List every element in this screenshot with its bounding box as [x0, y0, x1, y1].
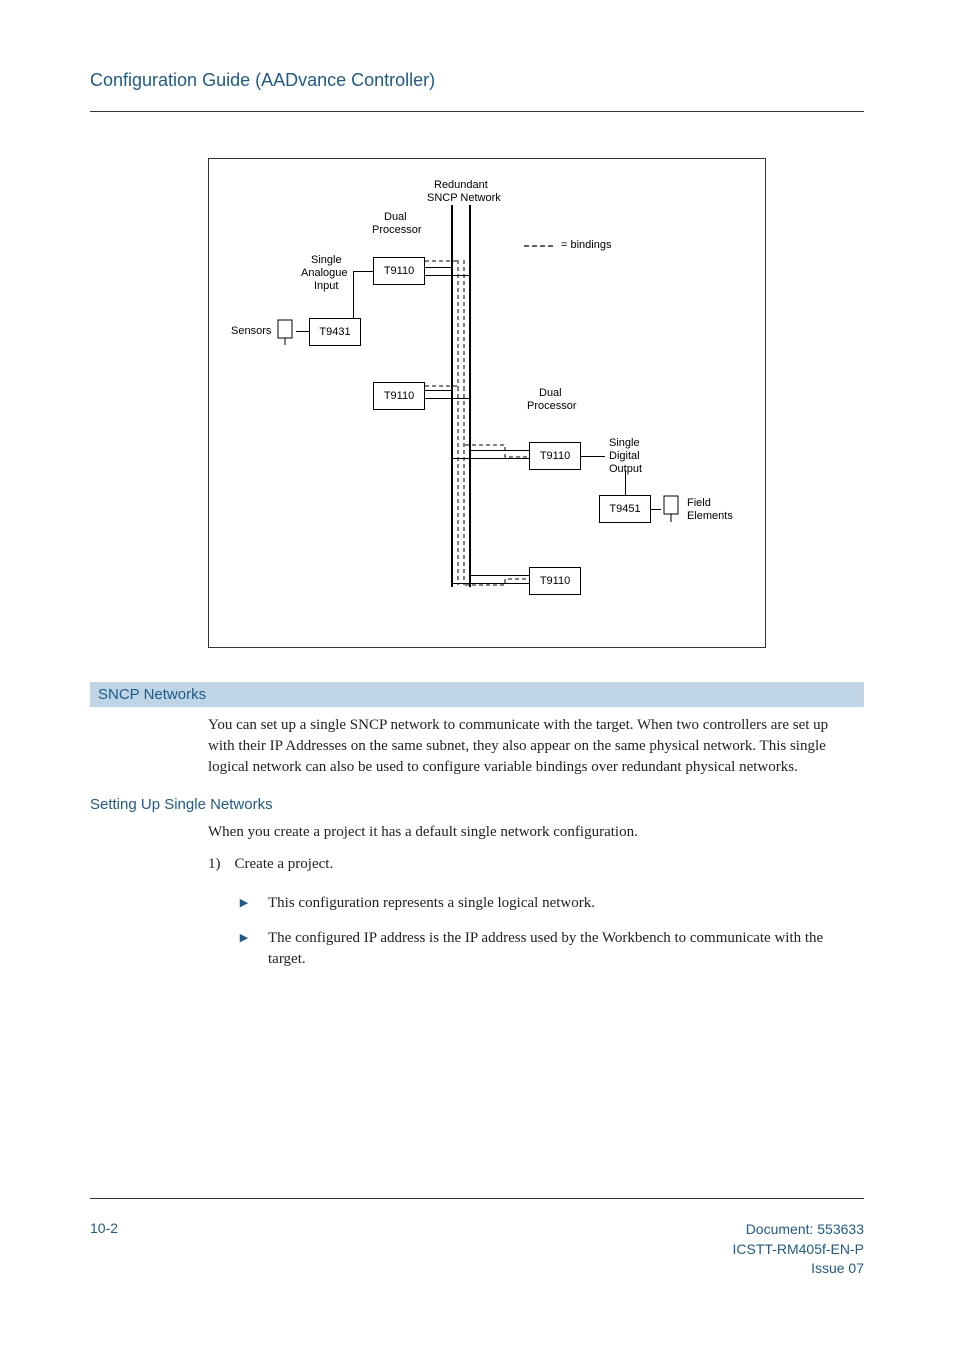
dash-lower-left	[425, 385, 457, 387]
step-number: 1)	[208, 856, 221, 873]
label-dual-2: Dual	[539, 387, 562, 399]
conn-field	[651, 509, 661, 510]
conn-upper-1	[425, 267, 451, 268]
label-digital: Digital	[609, 450, 640, 462]
section-heading: SNCP Networks	[90, 682, 864, 707]
page: Configuration Guide (AADvance Controller…	[0, 0, 954, 1349]
dash-vert-lower-a	[457, 387, 459, 585]
label-elements: Elements	[687, 510, 733, 522]
step-text: Create a project.	[235, 856, 334, 873]
dash-r-lower	[465, 579, 529, 589]
label-input: Input	[314, 280, 338, 292]
dash-upper	[425, 260, 457, 262]
bullet-list: ▸ This configuration represents a single…	[240, 893, 864, 970]
footer-doc-line: Document: 553633	[733, 1220, 864, 1240]
dash-vert-lower-b	[463, 387, 465, 585]
page-title: Configuration Guide (AADvance Controller…	[90, 70, 864, 91]
conn-sdo	[581, 456, 605, 457]
node-t9110-right-upper: T9110	[529, 442, 581, 470]
label-field: Field	[687, 497, 711, 509]
node-t9110-upper-left: T9110	[373, 257, 425, 285]
arrow-icon: ▸	[240, 928, 254, 949]
bullet-text: The configured IP address is the IP addr…	[268, 928, 828, 970]
network-diagram: Redundant SNCP Network Dual Processor = …	[208, 158, 766, 648]
label-processor: Processor	[372, 224, 422, 236]
footer-rule	[90, 1198, 864, 1199]
dash-r-upper	[465, 445, 529, 471]
conn-sensor	[296, 331, 309, 332]
numbered-list: 1) Create a project.	[208, 856, 864, 873]
list-item: ▸ The configured IP address is the IP ad…	[240, 928, 864, 970]
header-rule	[90, 111, 864, 112]
arrow-icon: ▸	[240, 893, 254, 914]
sub-intro: When you create a project it has a defau…	[208, 821, 848, 844]
list-item: 1) Create a project.	[208, 856, 864, 873]
trunk-left	[451, 205, 453, 587]
node-t9451: T9451	[599, 495, 651, 523]
dash-vert-upper-a	[457, 260, 459, 388]
label-single-2: Single	[609, 437, 640, 449]
node-t9110-lower-left: T9110	[373, 382, 425, 410]
node-t9431: T9431	[309, 318, 361, 346]
page-footer: 10-2 Document: 553633 ICSTT-RM405f-EN-P …	[90, 1220, 864, 1279]
node-t9110-right-lower: T9110	[529, 567, 581, 595]
sensor-icon	[275, 318, 297, 346]
trunk-right	[469, 205, 471, 587]
label-dual: Dual	[384, 211, 407, 223]
sub-heading: Setting Up Single Networks	[90, 796, 864, 813]
label-sensors: Sensors	[231, 325, 271, 337]
conn-r2a	[469, 575, 529, 576]
bullet-text: This configuration represents a single l…	[268, 893, 828, 914]
list-item: ▸ This configuration represents a single…	[240, 893, 864, 914]
section-paragraph: You can set up a single SNCP network to …	[208, 715, 848, 778]
footer-doc-line: Issue 07	[733, 1259, 864, 1279]
label-analogue: Analogue	[301, 267, 348, 279]
legend-dash	[524, 245, 554, 247]
page-number: 10-2	[90, 1220, 118, 1279]
field-element-icon	[661, 494, 683, 524]
label-processor-2: Processor	[527, 400, 577, 412]
label-redundant: Redundant	[434, 179, 488, 191]
dash-vert-upper-b	[463, 260, 465, 388]
conn-ai-vert	[353, 271, 354, 318]
footer-doc-info: Document: 553633 ICSTT-RM405f-EN-P Issue…	[733, 1220, 864, 1279]
conn-t9451-up	[625, 470, 626, 495]
footer-doc-line: ICSTT-RM405f-EN-P	[733, 1240, 864, 1260]
label-bindings: = bindings	[561, 239, 611, 251]
label-single-1: Single	[311, 254, 342, 266]
label-sncp-network: SNCP Network	[427, 192, 501, 204]
conn-lower-1	[425, 390, 451, 391]
conn-ai-horiz	[353, 271, 373, 272]
